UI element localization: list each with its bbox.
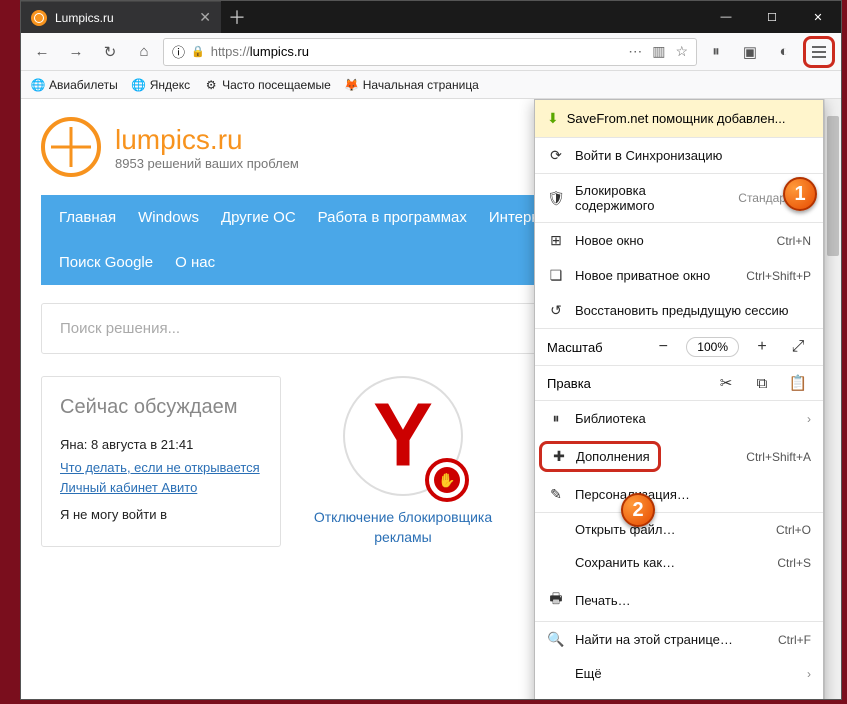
home-button[interactable]: ⌂	[129, 37, 159, 67]
tab-close-icon[interactable]: ✕	[199, 9, 211, 26]
nav-link[interactable]: Работа в программах	[318, 209, 467, 226]
yandex-adblock-icon: Y	[343, 376, 463, 496]
menu-more[interactable]: Ещё ›	[535, 657, 823, 690]
menu-edit: Правка ✂ ⧉ 📋	[535, 365, 823, 400]
page-content: lumpics.ru 8953 решений ваших проблем Гл…	[21, 99, 841, 699]
bookmark-item[interactable]: ⚙Часто посещаемые	[204, 78, 331, 92]
menu-content-blocking[interactable]: 🛡 Блокировка содержимого Стандартная	[535, 173, 823, 222]
page-actions-icon[interactable]: ⋯	[628, 43, 642, 60]
new-tab-button[interactable]: ＋	[221, 1, 253, 33]
close-button[interactable]: ✕	[795, 1, 841, 33]
reload-button[interactable]: ↻	[95, 37, 125, 67]
cut-button[interactable]: ✂	[713, 374, 739, 392]
restore-icon: ↺	[547, 302, 565, 319]
site-brand: lumpics.ru	[115, 124, 299, 156]
zoom-value[interactable]: 100%	[686, 337, 739, 357]
reader-icon[interactable]: ▥	[652, 43, 665, 60]
sidebar-icon[interactable]: ▣	[735, 37, 765, 67]
maximize-button[interactable]: ☐	[749, 1, 795, 33]
account-icon[interactable]: ◐	[769, 37, 799, 67]
discuss-card: Сейчас обсуждаем Яна: 8 августа в 21:41 …	[41, 376, 281, 547]
zoom-in-button[interactable]: +	[749, 338, 775, 356]
menu-addons[interactable]: ✚ Дополнения Ctrl+Shift+A	[535, 436, 823, 477]
menu-new-private[interactable]: ❏ Новое приватное окно Ctrl+Shift+P	[535, 258, 823, 293]
menu-open-file[interactable]: Открыть файл… Ctrl+O	[535, 512, 823, 546]
chevron-right-icon: ›	[807, 667, 811, 681]
menu-sync[interactable]: ⟳ Войти в Синхронизацию	[535, 137, 823, 173]
info-icon[interactable]: ⓘ	[172, 42, 185, 61]
library-icon: ⏸	[547, 410, 565, 427]
shield-icon: 🛡	[547, 190, 565, 207]
discuss-link[interactable]: Что делать, если не открывается Личный к…	[60, 460, 260, 495]
discuss-title: Сейчас обсуждаем	[60, 395, 262, 419]
nav-link[interactable]: Windows	[138, 209, 199, 226]
nav-link[interactable]: Главная	[59, 209, 116, 226]
site-tagline: 8953 решений ваших проблем	[115, 156, 299, 171]
nav-link[interactable]: Другие ОС	[221, 209, 296, 226]
globe-icon: 🌐	[132, 78, 146, 92]
globe-icon: 🌐	[31, 78, 45, 92]
nav-link[interactable]: О нас	[175, 254, 215, 271]
menu-print[interactable]: 🖶 Печать…	[535, 579, 823, 621]
paste-button[interactable]: 📋	[785, 374, 811, 392]
menu-restore-session[interactable]: ↺ Восстановить предыдущую сессию	[535, 293, 823, 328]
bookmark-item[interactable]: 🌐Авиабилеты	[31, 78, 118, 92]
bookmark-star-icon[interactable]: ☆	[675, 43, 688, 60]
url-bar[interactable]: ⓘ 🔒 https://lumpics.ru ⋯ ▥ ☆	[163, 38, 697, 66]
sync-icon: ⟳	[547, 147, 565, 164]
brush-icon: ✎	[547, 486, 565, 503]
chevron-right-icon: ›	[807, 412, 811, 426]
article-title: Отключение блокировщика рекламы	[303, 508, 503, 547]
library-icon[interactable]: ⏸	[701, 37, 731, 67]
site-logo	[41, 117, 101, 177]
nav-link[interactable]: Поиск Google	[59, 254, 153, 271]
menu-banner[interactable]: ⬇ SaveFrom.net помощник добавлен...	[535, 100, 823, 137]
menu-new-window[interactable]: ⊞ Новое окно Ctrl+N	[535, 222, 823, 258]
fullscreen-button[interactable]: ⤢	[785, 338, 811, 356]
minimize-button[interactable]: —	[703, 1, 749, 33]
forward-button[interactable]: →	[61, 37, 91, 67]
titlebar: Lumpics.ru ✕ ＋ — ☐ ✕	[21, 1, 841, 33]
callout-2: 2	[621, 493, 655, 527]
bookmark-item[interactable]: 🌐Яндекс	[132, 78, 190, 92]
hamburger-icon	[808, 41, 830, 63]
app-menu-button[interactable]	[803, 36, 835, 68]
menu-webdev[interactable]: Веб-разработка ›	[535, 690, 823, 699]
puzzle-icon: ✚	[550, 448, 568, 465]
menu-customize[interactable]: ✎ Персонализация…	[535, 477, 823, 512]
zoom-out-button[interactable]: −	[650, 338, 676, 356]
lock-icon: 🔒	[191, 45, 205, 58]
print-icon: 🖶	[547, 588, 565, 612]
bookmarks-bar: 🌐Авиабилеты 🌐Яндекс ⚙Часто посещаемые 🦊Н…	[21, 71, 841, 99]
gear-icon: ⚙	[204, 78, 218, 92]
tab-favicon	[31, 10, 47, 26]
callout-1: 1	[783, 177, 817, 211]
download-icon: ⬇	[547, 110, 559, 127]
tab-title: Lumpics.ru	[55, 11, 191, 25]
mask-icon: ❏	[547, 267, 565, 284]
active-tab[interactable]: Lumpics.ru ✕	[21, 1, 221, 33]
bookmark-item[interactable]: 🦊Начальная страница	[345, 78, 479, 92]
window-controls: — ☐ ✕	[703, 1, 841, 33]
menu-save-as[interactable]: Сохранить как… Ctrl+S	[535, 546, 823, 579]
firefox-window: Lumpics.ru ✕ ＋ — ☐ ✕ ← → ↻ ⌂ ⓘ 🔒 https:/…	[20, 0, 842, 700]
back-button[interactable]: ←	[27, 37, 57, 67]
copy-button[interactable]: ⧉	[749, 375, 775, 392]
article-card[interactable]: Y Отключение блокировщика рекламы	[303, 376, 503, 547]
firefox-icon: 🦊	[345, 78, 359, 92]
discuss-meta: Яна: 8 августа в 21:41	[60, 437, 262, 452]
menu-library[interactable]: ⏸ Библиотека ›	[535, 400, 823, 436]
search-icon: 🔍	[547, 631, 565, 648]
discuss-tail: Я не могу войти в	[60, 507, 262, 522]
window-icon: ⊞	[547, 232, 565, 249]
nav-toolbar: ← → ↻ ⌂ ⓘ 🔒 https://lumpics.ru ⋯ ▥ ☆ ⏸ ▣…	[21, 33, 841, 71]
app-menu-panel: ⬇ SaveFrom.net помощник добавлен... ⟳ Во…	[534, 99, 824, 699]
url-text: https://lumpics.ru	[211, 44, 309, 59]
menu-zoom: Масштаб − 100% + ⤢	[535, 328, 823, 365]
menu-find[interactable]: 🔍 Найти на этой странице… Ctrl+F	[535, 621, 823, 657]
scrollbar[interactable]	[824, 99, 841, 699]
